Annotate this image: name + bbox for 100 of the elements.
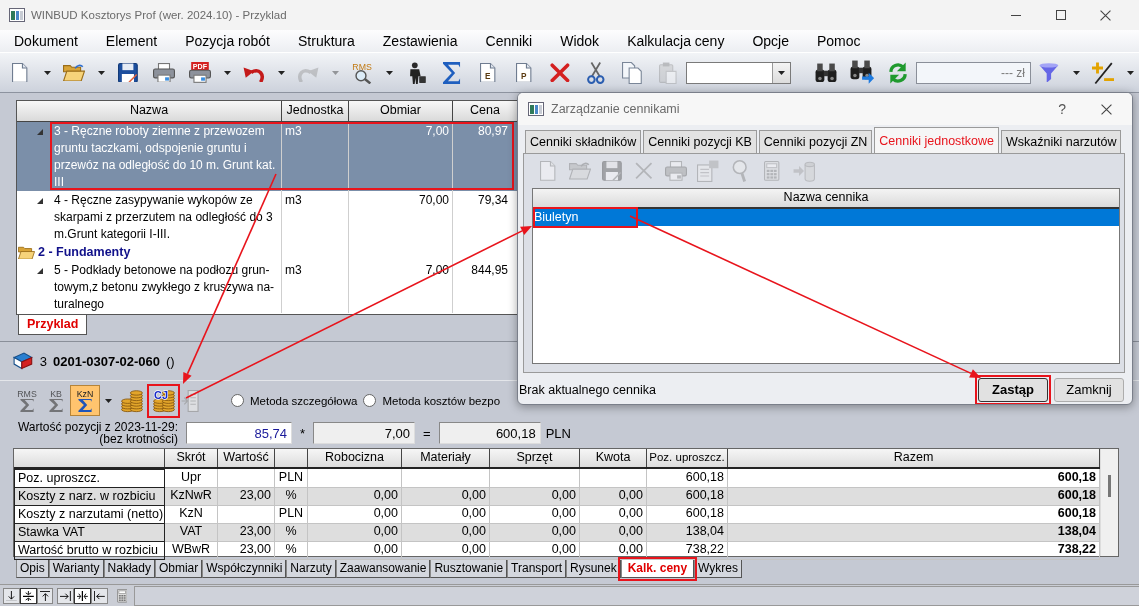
- column-header[interactable]: Nazwa: [17, 101, 282, 121]
- tab[interactable]: Cenniki pozycji ZN: [758, 130, 873, 153]
- app-icon: [528, 102, 544, 116]
- tab[interactable]: Warianty: [48, 560, 104, 578]
- maximize-icon[interactable]: [1055, 10, 1066, 20]
- dropdown-field[interactable]: [686, 61, 791, 84]
- scissors-icon[interactable]: [587, 61, 605, 84]
- radio-button[interactable]: [363, 394, 377, 407]
- sigma-icon[interactable]: [443, 61, 461, 84]
- menu-item[interactable]: Element: [91, 33, 172, 49]
- close-icon[interactable]: [1101, 103, 1112, 115]
- delete-icon[interactable]: [550, 62, 570, 83]
- tab[interactable]: Wykres: [694, 560, 742, 578]
- sheet-tab[interactable]: Przyklad: [18, 315, 88, 335]
- table-cell: 0,00: [308, 523, 402, 542]
- amount-field[interactable]: --- zł: [916, 61, 1031, 84]
- floppy-icon[interactable]: [118, 62, 138, 83]
- radio-label[interactable]: Metoda szczegółowa: [250, 394, 358, 407]
- tab[interactable]: Narzuty: [286, 560, 336, 578]
- tab[interactable]: Cenniki składników: [525, 130, 642, 153]
- tab[interactable]: Cenniki jednostkowe: [874, 127, 999, 153]
- tab[interactable]: Rusztowanie: [430, 560, 508, 578]
- radio-label[interactable]: Metoda kosztów bezpo: [382, 394, 501, 407]
- binoculars-arrow-icon[interactable]: [849, 60, 875, 85]
- dialog-button[interactable]: Zastąp: [978, 377, 1048, 402]
- printer-icon[interactable]: [153, 62, 175, 83]
- caret-icon[interactable]: [1072, 70, 1080, 75]
- menu-item[interactable]: Cenniki: [471, 33, 547, 49]
- list-item[interactable]: Biuletyn: [533, 209, 1119, 226]
- column-header[interactable]: Cena: [453, 101, 517, 121]
- minimize-icon[interactable]: [1010, 14, 1021, 16]
- caret-icon[interactable]: [223, 70, 231, 75]
- table-cell: 844,95: [471, 263, 508, 277]
- menu-item[interactable]: Pozycja robót: [171, 33, 284, 49]
- quantity-field[interactable]: 7,00: [313, 422, 416, 444]
- position-code: 0201-0307-02-060: [53, 353, 160, 369]
- table-cell: %: [275, 487, 308, 506]
- table-cell: 600,18: [728, 487, 1100, 506]
- column-header[interactable]: Poz. uproszcz.: [649, 451, 725, 463]
- menu-item[interactable]: Dokument: [0, 33, 92, 49]
- binoculars-icon[interactable]: [815, 62, 837, 83]
- table-cell: 0,00: [580, 487, 647, 506]
- column-header[interactable]: Sprzęt: [516, 450, 553, 464]
- tab[interactable]: Współczynniki: [202, 560, 287, 578]
- document-icon[interactable]: [12, 62, 28, 83]
- tab[interactable]: Zaawansowanie: [335, 560, 431, 578]
- menu-item[interactable]: Struktura: [284, 33, 369, 49]
- tree-arrow-icon[interactable]: [37, 198, 43, 204]
- tab[interactable]: Rysunek: [566, 560, 621, 578]
- menu-item[interactable]: Widok: [546, 33, 614, 49]
- column-header[interactable]: Skrót: [176, 450, 206, 464]
- scrollbar[interactable]: [1100, 449, 1118, 556]
- caret-icon[interactable]: [385, 70, 393, 75]
- sigma-icon[interactable]: KzN: [69, 384, 100, 417]
- multiply-sign: *: [300, 425, 306, 441]
- column-header[interactable]: Nazwa cennika: [783, 190, 869, 204]
- align-right-icon[interactable]: [57, 587, 75, 605]
- close-icon[interactable]: [1100, 9, 1111, 21]
- help-button[interactable]: ?: [1058, 101, 1066, 117]
- tab[interactable]: Kalk. ceny: [620, 560, 695, 578]
- table-cell: Stawka VAT: [14, 523, 165, 542]
- column-header[interactable]: Robocizna: [324, 450, 385, 464]
- column-header[interactable]: Jednostka: [282, 101, 349, 121]
- caret-icon[interactable]: [1126, 70, 1134, 75]
- tab[interactable]: Cenniki pozycji KB: [643, 130, 757, 153]
- table-cell: 0,00: [490, 487, 580, 506]
- align-center-icon[interactable]: [74, 587, 91, 605]
- dialog-button[interactable]: Zamknij: [1054, 377, 1124, 402]
- folder-icon[interactable]: [63, 63, 85, 82]
- funnel-icon[interactable]: [1039, 62, 1059, 83]
- total-field[interactable]: 600,18: [438, 422, 541, 444]
- align-bottom-icon[interactable]: [3, 587, 20, 605]
- caret-icon[interactable]: [97, 70, 105, 75]
- column-header[interactable]: Wartość: [223, 450, 269, 464]
- caret-icon[interactable]: [43, 70, 51, 75]
- column-header[interactable]: Razem: [893, 450, 934, 464]
- column-header[interactable]: Materiały: [420, 450, 471, 464]
- open-folder-icon[interactable]: [18, 245, 35, 260]
- caret-icon[interactable]: [103, 397, 113, 404]
- caret-icon[interactable]: [277, 70, 285, 75]
- menu-item[interactable]: Zestawienia: [368, 33, 472, 49]
- column-header[interactable]: Obmiar: [349, 101, 453, 121]
- menu-item[interactable]: Opcje: [738, 33, 803, 49]
- copy-icon[interactable]: [622, 61, 642, 84]
- table-cell: %: [275, 523, 308, 542]
- tree-arrow-icon[interactable]: [37, 268, 43, 274]
- menu-item[interactable]: Kalkulacja ceny: [613, 33, 739, 49]
- coins-icon[interactable]: [120, 387, 144, 414]
- refresh-icon[interactable]: [887, 61, 909, 84]
- tab[interactable]: Transport: [507, 560, 566, 578]
- tab[interactable]: Nakłady: [103, 560, 155, 578]
- caret-icon[interactable]: [778, 70, 785, 75]
- price-field[interactable]: 85,74: [186, 422, 292, 444]
- tab[interactable]: Opis: [16, 560, 49, 578]
- tab[interactable]: Obmiar: [154, 560, 203, 578]
- plus-minus-icon[interactable]: [1092, 61, 1114, 84]
- tab[interactable]: Wskaźniki narzutów: [1001, 130, 1122, 153]
- column-header[interactable]: Kwota: [595, 450, 631, 464]
- menu-item[interactable]: Pomoc: [803, 33, 875, 49]
- radio-button[interactable]: [231, 394, 244, 407]
